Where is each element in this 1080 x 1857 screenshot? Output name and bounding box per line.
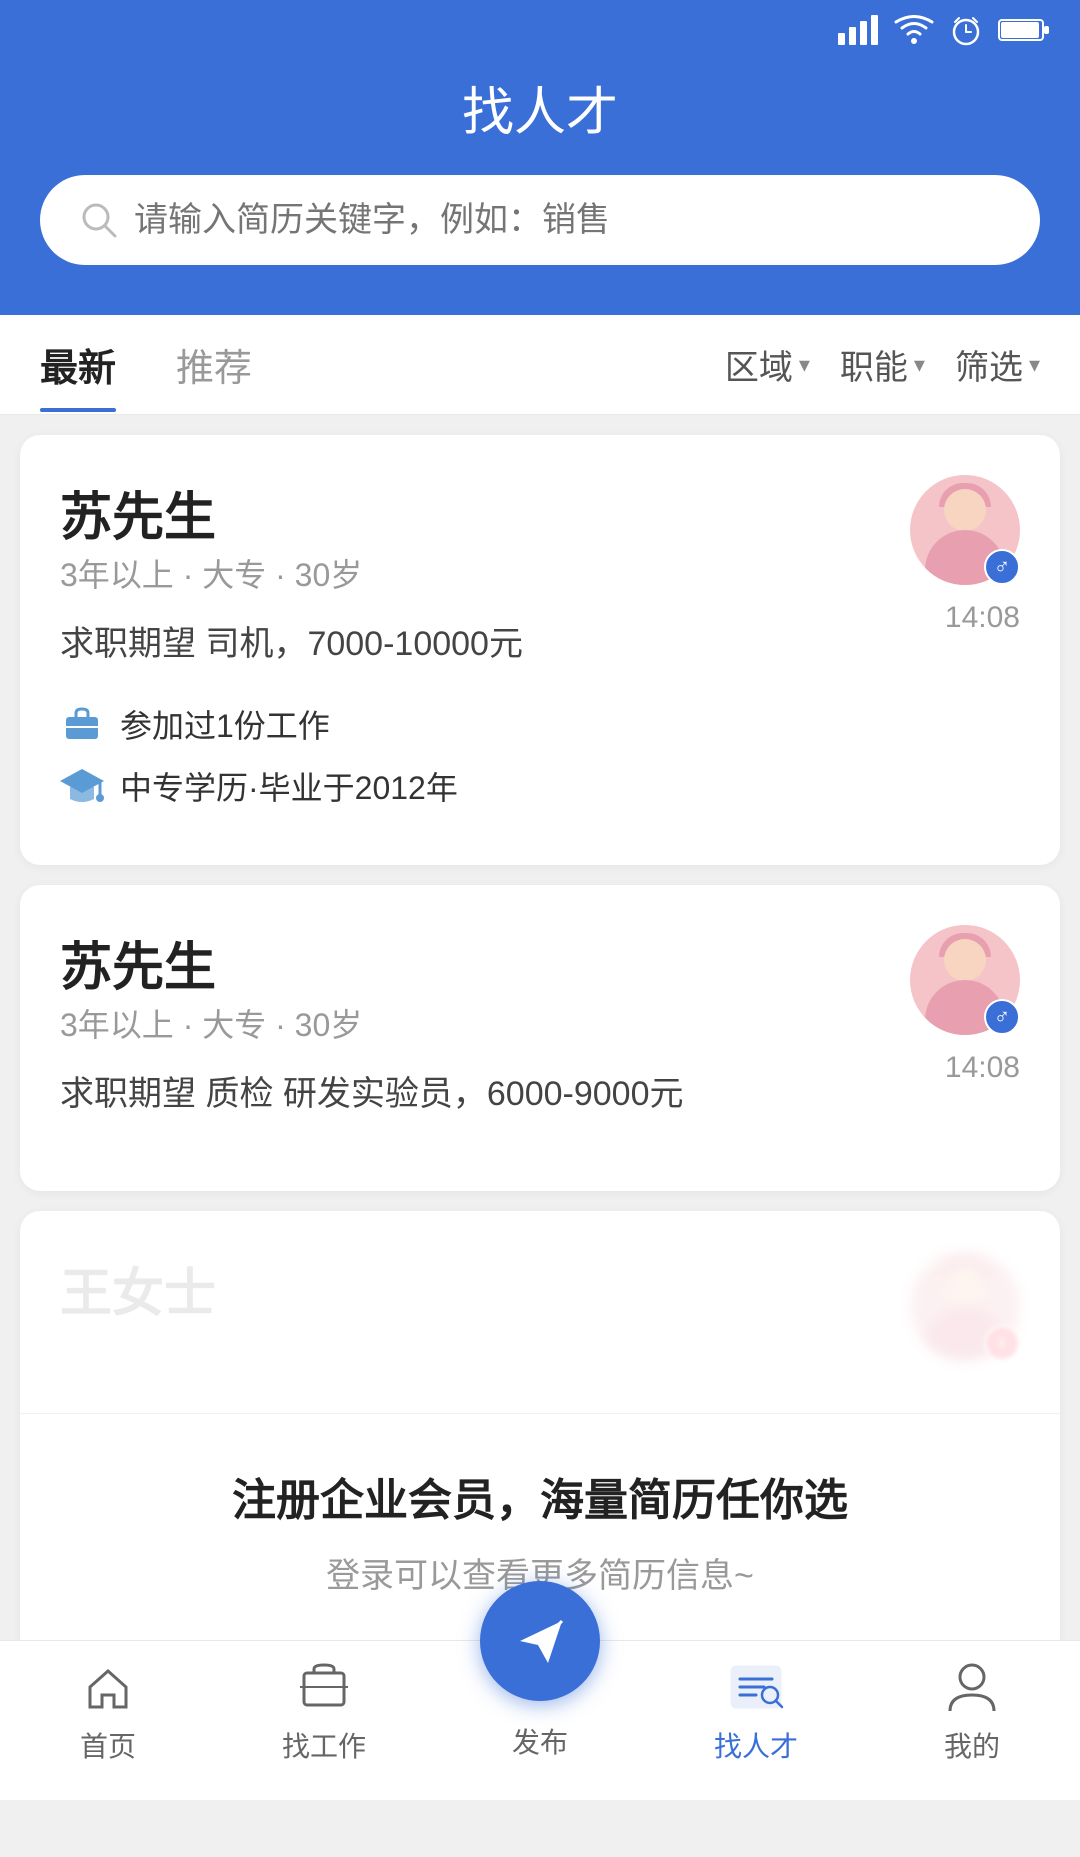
bottom-nav: 首页 找工作 发布: [0, 1640, 1080, 1800]
card-time-2: 14:08: [945, 1051, 1020, 1085]
nav-home-label: 首页: [80, 1725, 136, 1765]
nav-mine-label: 我的: [944, 1725, 1000, 1765]
find-job-icon: [294, 1657, 354, 1717]
tab-bar: 最新 推荐 区域 ▾ 职能 ▾ 筛选 ▾: [0, 315, 1080, 415]
edu-row-1: 中专学历·毕业于2012年: [60, 763, 1020, 809]
blurred-card-3: 王女士 ♀: [20, 1211, 1060, 1413]
candidate-name-1: 苏先生: [60, 475, 523, 550]
screen-arrow-icon: ▾: [1029, 352, 1040, 378]
nav-mine[interactable]: 我的: [897, 1657, 1047, 1765]
region-arrow-icon: ▾: [799, 352, 810, 378]
gender-badge-2: ♂: [984, 999, 1020, 1035]
work-exp-text-1: 参加过1份工作: [120, 701, 330, 747]
candidate-meta-1: 3年以上 · 大专 · 30岁: [60, 550, 523, 596]
signal-icon: [838, 15, 878, 45]
nav-find-job[interactable]: 找工作: [249, 1657, 399, 1765]
candidate-name-2: 苏先生: [60, 925, 684, 1000]
function-filter[interactable]: 职能 ▾: [840, 340, 925, 389]
tab-recommend[interactable]: 推荐: [176, 317, 252, 412]
edu-text-1: 中专学历·毕业于2012年: [120, 763, 458, 809]
find-talent-icon: [726, 1657, 786, 1717]
nav-find-talent[interactable]: 找人才: [681, 1657, 831, 1765]
avatar-3-blurred: ♀: [910, 1251, 1020, 1361]
nav-publish-label: 发布: [512, 1721, 568, 1761]
avatar-2: ♂: [910, 925, 1020, 1035]
search-bar[interactable]: [40, 175, 1040, 265]
candidate-card-2[interactable]: 苏先生 3年以上 · 大专 · 30岁 求职期望 质检 研发实验员，6000-9…: [20, 885, 1060, 1191]
gender-badge-3: ♀: [984, 1325, 1020, 1361]
publish-fab[interactable]: [480, 1581, 600, 1701]
region-filter[interactable]: 区域 ▾: [725, 340, 810, 389]
overlay-title: 注册企业会员，海量简历任你选: [60, 1464, 1020, 1528]
candidate-job-1: 求职期望 司机，7000-10000元: [60, 616, 523, 665]
search-input[interactable]: [134, 201, 1000, 240]
wifi-icon: [894, 15, 934, 45]
send-icon: [510, 1611, 570, 1671]
briefcase-icon-1: [60, 702, 104, 746]
work-exp-row-1: 参加过1份工作: [60, 701, 1020, 747]
tab-latest[interactable]: 最新: [40, 317, 116, 412]
mine-icon: [942, 1657, 1002, 1717]
candidate-name-3-blurred: 王女士: [60, 1251, 216, 1326]
alarm-icon: [950, 14, 982, 46]
search-icon: [80, 201, 118, 239]
page-title: 找人才: [462, 70, 618, 145]
nav-publish[interactable]: 发布: [465, 1581, 615, 1761]
edu-icon-1: [60, 764, 104, 808]
nav-find-job-label: 找工作: [282, 1725, 366, 1765]
battery-icon: [998, 17, 1050, 43]
function-arrow-icon: ▾: [914, 352, 925, 378]
candidate-card-1[interactable]: 苏先生 3年以上 · 大专 · 30岁 求职期望 司机，7000-10000元 …: [20, 435, 1060, 865]
card-time-1: 14:08: [945, 601, 1020, 635]
header: 找人才: [0, 60, 1080, 315]
avatar-1: ♂: [910, 475, 1020, 585]
gender-badge-1: ♂: [984, 549, 1020, 585]
status-bar: [0, 0, 1080, 60]
screen-filter[interactable]: 筛选 ▾: [955, 340, 1040, 389]
nav-home[interactable]: 首页: [33, 1657, 183, 1765]
home-icon: [78, 1657, 138, 1717]
candidate-job-2: 求职期望 质检 研发实验员，6000-9000元: [60, 1066, 684, 1115]
candidate-meta-2: 3年以上 · 大专 · 30岁: [60, 1000, 684, 1046]
nav-find-talent-label: 找人才: [714, 1725, 798, 1765]
